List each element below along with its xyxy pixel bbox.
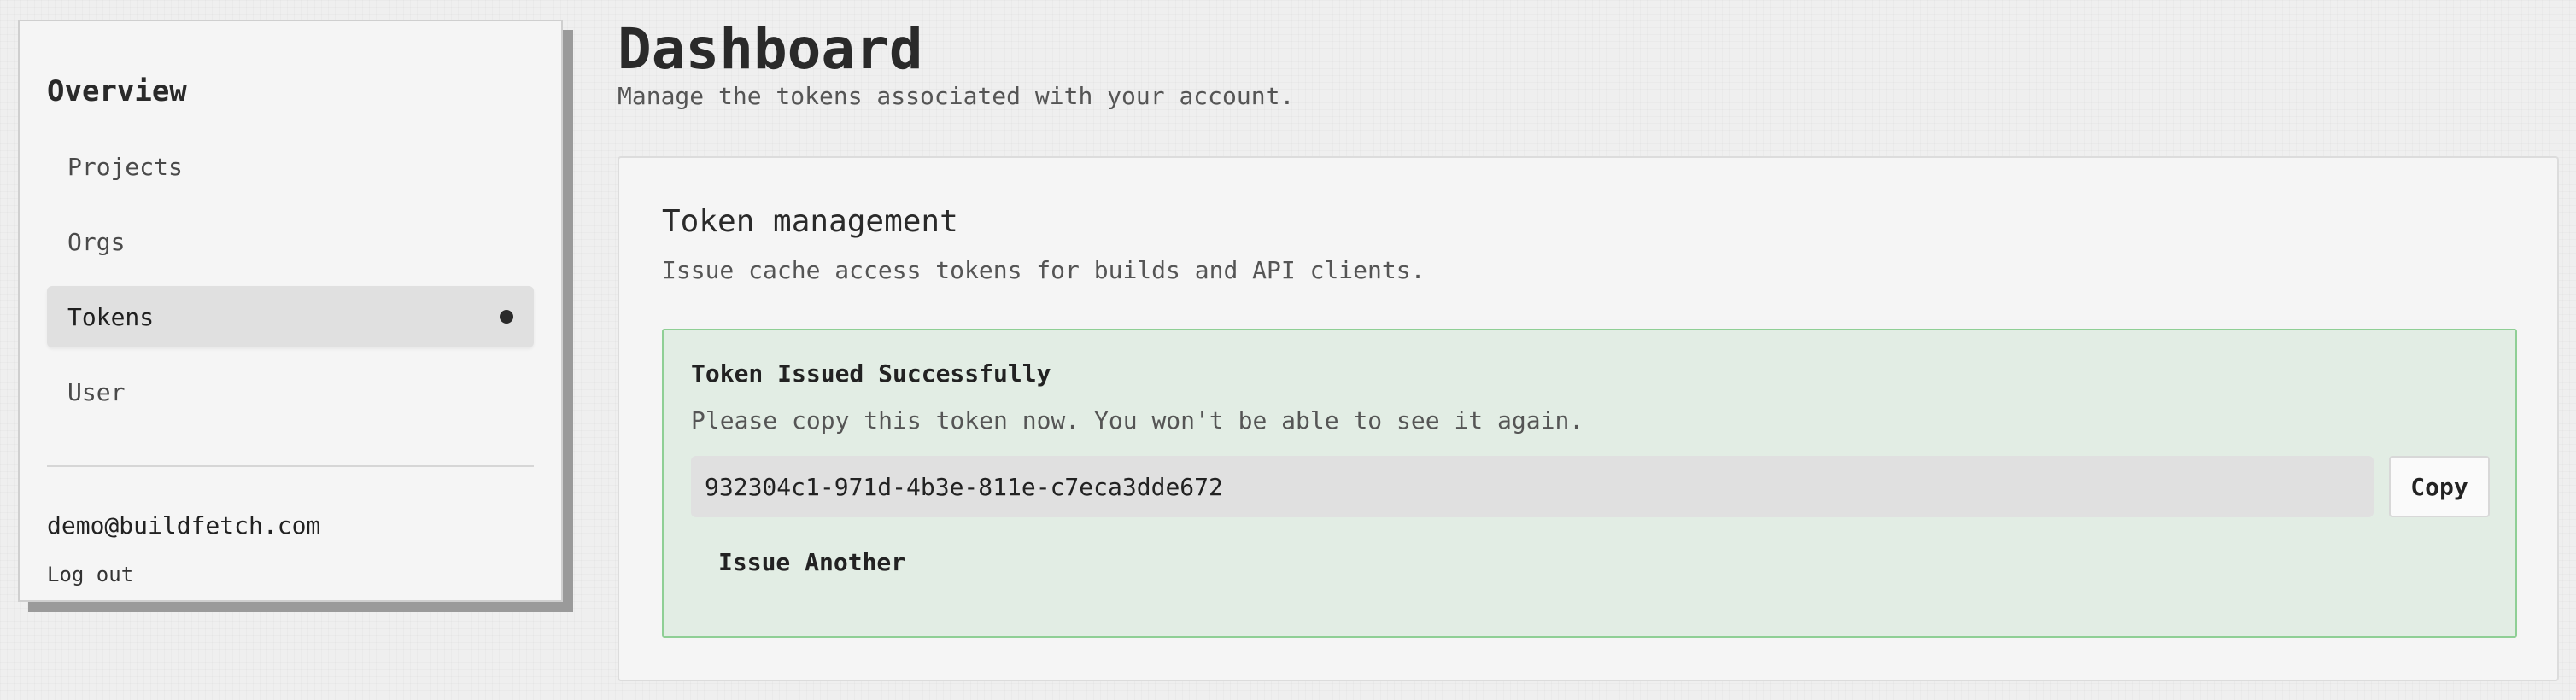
sidebar-item-label: Tokens (67, 302, 155, 331)
success-alert: Token Issued Successfully Please copy th… (662, 329, 2517, 638)
logout-link[interactable]: Log out (47, 563, 133, 586)
alert-title: Token Issued Successfully (691, 359, 1051, 388)
sidebar-item-user[interactable]: User (47, 361, 534, 423)
sidebar-item-projects[interactable]: Projects (47, 136, 534, 197)
alert-message: Please copy this token now. You won't be… (691, 406, 1584, 435)
sidebar-item-label: Orgs (67, 227, 126, 256)
sidebar-nav: Projects Orgs Tokens User (47, 136, 534, 423)
page-title: Dashboard (618, 16, 923, 82)
sidebar-divider (47, 465, 534, 467)
page-subtitle: Manage the tokens associated with your a… (618, 82, 1295, 110)
token-field[interactable]: 932304c1-971d-4b3e-811e-c7eca3dde672 (691, 456, 2374, 517)
token-management-card: Token management Issue cache access toke… (618, 156, 2559, 681)
card-title: Token management (662, 204, 958, 239)
sidebar-item-label: User (67, 377, 126, 406)
copy-button[interactable]: Copy (2389, 456, 2490, 517)
user-email: demo@buildfetch.com (47, 511, 321, 540)
sidebar-item-label: Projects (67, 152, 183, 181)
sidebar-item-tokens[interactable]: Tokens (47, 286, 534, 347)
issue-another-button[interactable]: Issue Another (718, 548, 905, 576)
card-description: Issue cache access tokens for builds and… (662, 256, 1426, 284)
sidebar: Overview Projects Orgs Tokens User demo@… (18, 20, 563, 602)
active-dot-icon (500, 310, 513, 324)
sidebar-title: Overview (47, 74, 187, 108)
sidebar-item-orgs[interactable]: Orgs (47, 211, 534, 272)
